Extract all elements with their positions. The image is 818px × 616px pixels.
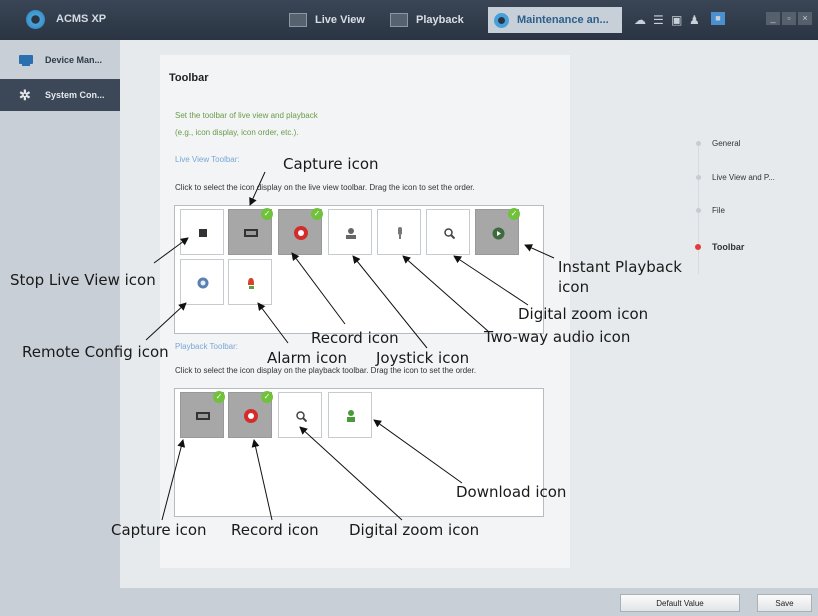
sidebar-item-device-manager[interactable]: Device Man... [0,44,120,76]
default-value-button[interactable]: Default Value [620,594,740,612]
tab-live-view-label: Live View [315,14,365,26]
alarm-icon [229,260,273,306]
tab-playback[interactable]: Playback [384,7,474,33]
image-icon[interactable]: ▣ [671,14,682,26]
sidebar-item-system-config[interactable]: ✲ System Con... [0,79,120,111]
title-bar: ACMS XP Live View Playback Maintenance a… [0,0,818,40]
playback-capture-tile[interactable]: ✓ [180,391,225,438]
playback-download-tile[interactable] [328,392,372,438]
sidebar-item-label: System Con... [45,90,105,100]
step-file[interactable]: File [712,206,725,215]
step-dot [696,175,701,180]
playback-toolbar-title: Playback Toolbar: [175,342,238,351]
check-icon: ✓ [213,391,225,403]
user-icon[interactable]: ♟ [689,14,700,26]
tab-live-view[interactable]: Live View [283,7,375,33]
check-icon: ✓ [261,208,273,220]
check-icon: ✓ [311,208,323,220]
microphone-icon [378,210,422,256]
callout-instant-playback-2: icon [558,278,590,296]
callout-record-bottom: Record icon [231,521,319,539]
sidebar [0,40,120,616]
remote-config-tile[interactable] [180,259,224,305]
save-button[interactable]: Save [757,594,812,612]
magnifier-icon [279,393,323,439]
app-logo-icon [26,10,45,29]
tab-maintenance[interactable]: Maintenance an... [488,7,622,33]
cloud-icon[interactable]: ☁ [634,14,646,26]
minimize-button[interactable]: _ [766,12,780,25]
tab-maintenance-label: Maintenance an... [517,14,609,26]
instant-playback-tile[interactable]: ✓ [475,208,520,255]
alarm-tile[interactable] [228,259,272,305]
step-dot [696,208,701,213]
download-icon [329,393,373,439]
check-icon: ✓ [261,391,273,403]
app-title: ACMS XP [56,13,107,25]
callout-joystick: Joystick icon [376,349,470,367]
step-general[interactable]: General [712,139,740,148]
playback-toolbar-instruction: Click to select the icon display on the … [175,366,477,375]
playback-digital-zoom-tile[interactable] [278,392,322,438]
callout-instant-playback-1: Instant Playback [558,258,682,276]
step-live-view-playback[interactable]: Live View and P... [712,173,775,182]
sidebar-item-label: Device Man... [45,55,103,65]
lock-icon[interactable]: ■ [711,12,725,25]
joystick-tile[interactable] [328,209,372,255]
callout-capture-bottom: Capture icon [111,521,207,539]
live-view-toolbar-title: Live View Toolbar: [175,155,240,164]
step-dot-active [695,244,701,250]
digital-zoom-tile[interactable] [426,209,470,255]
maintenance-icon [494,12,509,28]
capture-tile[interactable]: ✓ [228,208,273,255]
two-way-audio-tile[interactable] [377,209,421,255]
joystick-icon [329,210,373,256]
maximize-button[interactable]: ▫ [782,12,796,25]
callout-alarm: Alarm icon [267,349,348,367]
device-manager-icon [19,55,33,66]
gear-icon: ✲ [19,87,31,103]
callout-capture-top: Capture icon [283,155,379,173]
live-view-toolbar-instruction: Click to select the icon display on the … [175,183,475,192]
live-view-icon [289,13,307,27]
stop-live-view-tile[interactable] [180,209,224,255]
callout-digital-zoom-bottom: Digital zoom icon [349,521,480,539]
menu-icon[interactable]: ☰ [653,14,664,26]
step-dot [696,141,701,146]
magnifier-icon [427,210,471,256]
page-title: Toolbar [169,72,209,84]
close-button[interactable]: × [798,12,812,25]
remote-config-icon [181,260,225,306]
callout-download: Download icon [456,483,567,501]
callout-digital-zoom-top: Digital zoom icon [518,305,649,323]
stop-icon [181,210,225,256]
playback-icon [390,13,408,27]
callout-stop-live-view: Stop Live View icon [10,271,156,289]
tab-playback-label: Playback [416,14,464,26]
record-tile[interactable]: ✓ [278,208,323,255]
playback-record-tile[interactable]: ✓ [228,391,273,438]
callout-two-way-audio: Two-way audio icon [484,328,631,346]
check-icon: ✓ [508,208,520,220]
callout-record-top: Record icon [311,329,399,347]
step-toolbar[interactable]: Toolbar [712,242,744,252]
callout-remote-config: Remote Config icon [22,343,169,361]
description-line-2: (e.g., icon display, icon order, etc.). [175,128,299,137]
description-line-1: Set the toolbar of live view and playbac… [175,111,318,120]
